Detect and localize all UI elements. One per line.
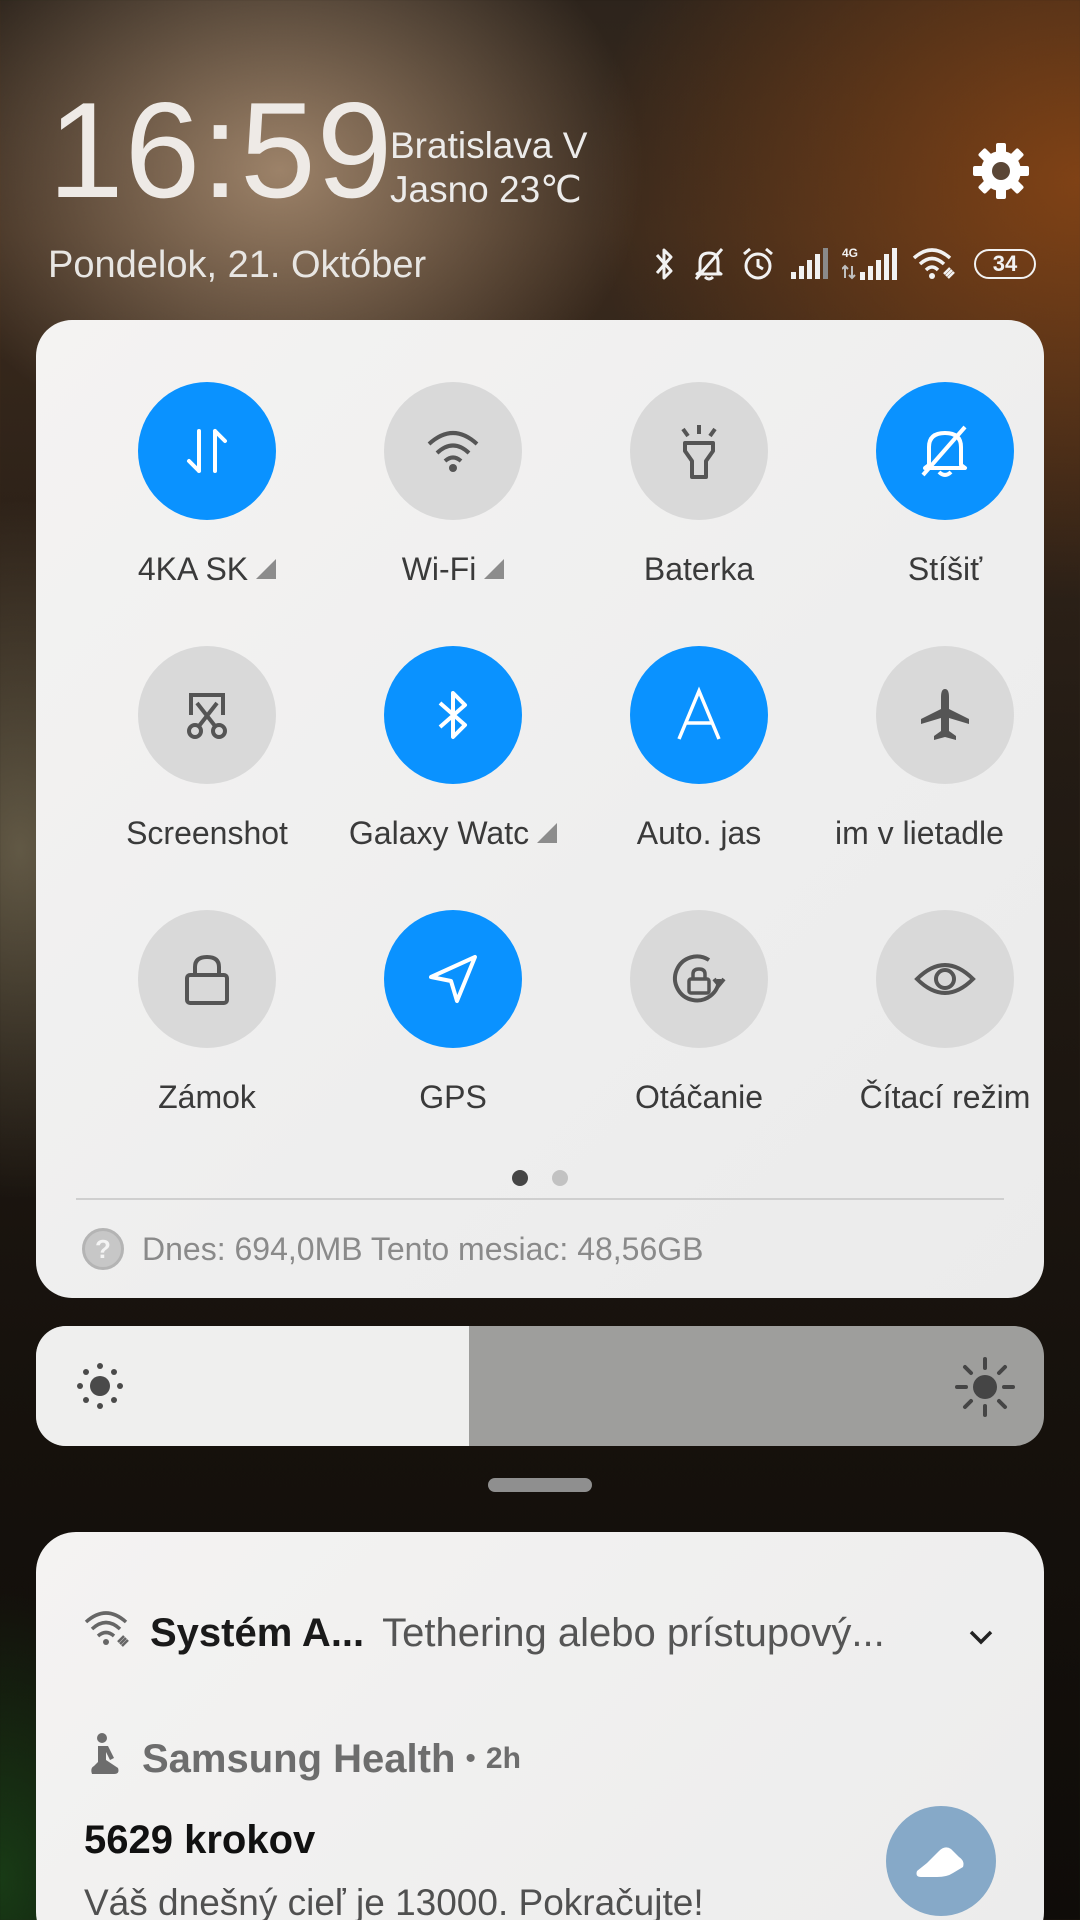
bluetooth-icon: [650, 246, 678, 282]
lock-icon[interactable]: [138, 910, 276, 1048]
weather-condition: Jasno 23℃: [390, 169, 582, 210]
tile-mute[interactable]: Stíšiť: [822, 382, 1068, 590]
brightness-slider[interactable]: [36, 1326, 1044, 1446]
dropdown-indicator-icon: [256, 559, 277, 579]
notification-health-header[interactable]: Samsung Health • 2h: [84, 1732, 521, 1786]
tile-label: Galaxy Watc: [348, 815, 530, 851]
battery-icon: 34: [974, 249, 1036, 279]
tile-screenshot[interactable]: Screenshot: [84, 646, 330, 854]
tile-wifi[interactable]: Wi-Fi: [330, 382, 576, 590]
tile-gps[interactable]: GPS: [330, 910, 576, 1118]
tile-label: Auto. jas: [636, 815, 762, 851]
svg-text:4G: 4G: [842, 246, 858, 260]
separator: •: [465, 1742, 476, 1775]
tile-airplane-mode[interactable]: im v lietadle: [822, 646, 1068, 854]
notification-system[interactable]: Systém A... Tethering alebo prístupový..…: [84, 1608, 994, 1658]
notification-app-name: Samsung Health: [142, 1736, 456, 1781]
shoe-icon[interactable]: [886, 1806, 996, 1916]
weather-info[interactable]: Bratislava V Jasno 23℃: [390, 124, 587, 212]
gear-icon[interactable]: [970, 140, 1032, 202]
location-icon[interactable]: [384, 910, 522, 1048]
chevron-down-icon[interactable]: [968, 1611, 994, 1656]
tile-label: Baterka: [643, 551, 755, 587]
alarm-icon: [740, 246, 776, 282]
tile-label: 4KA SK: [137, 551, 249, 587]
notification-panel: Systém A... Tethering alebo prístupový..…: [36, 1532, 1044, 1920]
divider: [76, 1198, 1004, 1200]
dropdown-indicator-icon: [484, 559, 505, 579]
page-indicator: [36, 1170, 1044, 1186]
data-usage-text: Dnes: 694,0MB Tento mesiac: 48,56GB: [142, 1230, 704, 1267]
airplane-icon[interactable]: [876, 646, 1014, 784]
tile-auto-brightness[interactable]: Auto. jas: [576, 646, 822, 854]
notification-text: Tethering alebo prístupový...: [382, 1610, 885, 1655]
tile-lock[interactable]: Zámok: [84, 910, 330, 1118]
tile-label: Zámok: [158, 1079, 256, 1115]
tile-flashlight[interactable]: Baterka: [576, 382, 822, 590]
tile-label: Stíšiť: [907, 551, 983, 587]
tile-reading-mode[interactable]: Čítací režim: [822, 910, 1068, 1118]
notification-title[interactable]: 5629 krokov: [84, 1818, 315, 1863]
data-usage[interactable]: ? Dnes: 694,0MB Tento mesiac: 48,56GB: [82, 1228, 704, 1270]
screenshot-icon[interactable]: [138, 646, 276, 784]
dropdown-indicator-icon: [537, 823, 558, 843]
notification-app-name: Systém A...: [150, 1610, 365, 1655]
date[interactable]: Pondelok, 21. Október: [48, 244, 426, 287]
tile-label: Screenshot: [126, 815, 288, 851]
tile-rotation[interactable]: Otáčanie: [576, 910, 822, 1118]
quick-settings-panel: 4KA SK Wi-Fi Baterka Stíšiť Screenshot G…: [36, 320, 1044, 1298]
flashlight-icon[interactable]: [630, 382, 768, 520]
wifi-icon: [912, 246, 960, 282]
clock[interactable]: 16:59: [48, 82, 393, 218]
rotation-lock-icon[interactable]: [630, 910, 768, 1048]
eye-icon[interactable]: [876, 910, 1014, 1048]
bluetooth-icon[interactable]: [384, 646, 522, 784]
mobile-data-icon[interactable]: [138, 382, 276, 520]
tile-label: Čítací režim: [859, 1079, 1031, 1115]
brightness-low-icon: [74, 1360, 126, 1417]
weather-location: Bratislava V: [390, 125, 588, 166]
mute-icon[interactable]: [876, 382, 1014, 520]
page-dot-1[interactable]: [512, 1170, 528, 1186]
brightness-high-icon: [954, 1356, 1016, 1423]
page-dot-2[interactable]: [552, 1170, 568, 1186]
tile-label: GPS: [419, 1079, 487, 1115]
notification-time: 2h: [485, 1742, 521, 1775]
status-bar-icons: 4G 34: [650, 244, 1036, 284]
drag-handle[interactable]: [488, 1478, 592, 1492]
tile-label: im v lietadle: [835, 815, 1004, 851]
help-icon[interactable]: ?: [82, 1228, 124, 1270]
tile-mobile-data[interactable]: 4KA SK: [84, 382, 330, 590]
walking-icon: [84, 1732, 124, 1786]
wifi-tethering-icon: [84, 1608, 132, 1658]
mute-icon: [692, 246, 726, 282]
signal-icon: [790, 248, 828, 280]
signal-4g-icon: 4G: [842, 246, 898, 282]
wifi-icon[interactable]: [384, 382, 522, 520]
tile-label: Otáčanie: [634, 1079, 764, 1115]
auto-brightness-icon[interactable]: [630, 646, 768, 784]
tile-bluetooth[interactable]: Galaxy Watc: [330, 646, 576, 854]
tile-label: Wi-Fi: [401, 551, 477, 587]
notification-body[interactable]: Váš dnešný cieľ je 13000. Pokračujte!: [84, 1882, 704, 1920]
